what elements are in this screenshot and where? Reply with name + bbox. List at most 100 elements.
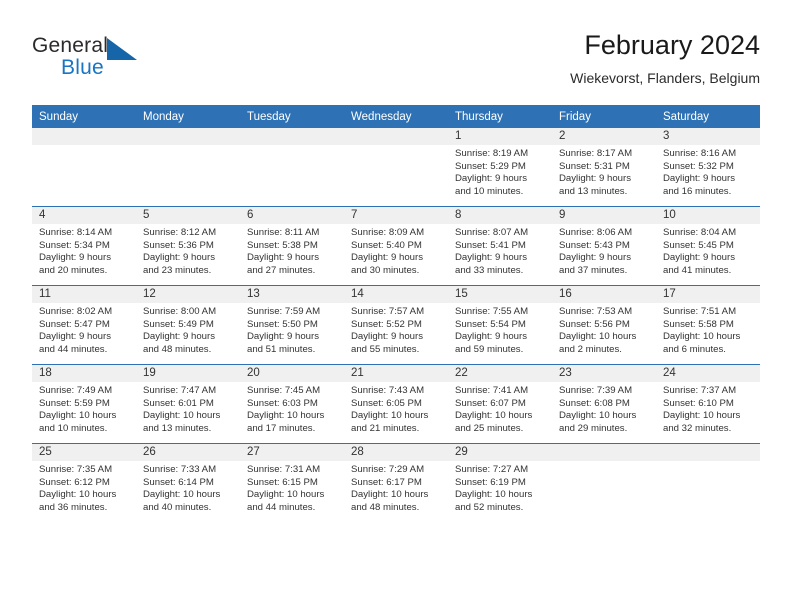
page-subtitle: Wiekevorst, Flanders, Belgium [570,70,760,86]
calendar-week-row: 1 Sunrise: 8:19 AM Sunset: 5:29 PM Daylight… [32,128,760,207]
calendar-day-cell[interactable]: 20 Sunrise: 7:45 AM Sunset: 6:03 PM Dayligh… [240,364,344,444]
calendar-grid: Sunday Monday Tuesday Wednesday Thursday… [32,105,760,522]
daylight-duration-line1: Daylight: 9 hours [559,173,631,185]
day-number: 15 [448,286,552,303]
sunset-time: Sunset: 5:50 PM [247,318,318,330]
daylight-duration-line1: Daylight: 10 hours [39,410,117,422]
calendar-day-cell[interactable]: 9 Sunrise: 8:06 AM Sunset: 5:43 PM Daylight… [552,206,656,286]
calendar-day-cell[interactable]: 3 Sunrise: 8:16 AM Sunset: 5:32 PM Daylight… [656,128,760,207]
calendar-day-cell[interactable]: 29 Sunrise: 7:27 AM Sunset: 6:19 PM Dayligh… [448,443,552,522]
day-details: Sunrise: 8:04 AM Sunset: 5:45 PM Daylight:… [656,224,760,277]
calendar-day-cell[interactable]: 6 Sunrise: 8:11 AM Sunset: 5:38 PM Daylight… [240,206,344,286]
sunset-time: Sunset: 5:38 PM [247,239,318,251]
daylight-duration-line2: and 51 minutes. [247,343,316,355]
calendar-day-cell[interactable]: 27 Sunrise: 7:31 AM Sunset: 6:15 PM Dayligh… [240,443,344,522]
sunrise-time: Sunrise: 7:45 AM [247,385,321,396]
brand-name-blue: Blue [61,56,104,79]
weekday-header-saturday: Saturday [656,105,760,128]
daylight-duration-line2: and 48 minutes. [143,343,212,355]
sunset-time: Sunset: 5:43 PM [559,239,630,251]
calendar-day-cell[interactable]: 5 Sunrise: 8:12 AM Sunset: 5:36 PM Daylight… [136,206,240,286]
day-number: 21 [344,365,448,382]
calendar-day-cell[interactable]: 26 Sunrise: 7:33 AM Sunset: 6:14 PM Dayligh… [136,443,240,522]
calendar-day-cell[interactable]: 16 Sunrise: 7:53 AM Sunset: 5:56 PM Dayligh… [552,285,656,365]
sunset-time: Sunset: 6:12 PM [39,476,110,488]
sunset-time: Sunset: 5:52 PM [351,318,422,330]
day-number: 23 [552,365,656,382]
sunset-time: Sunset: 5:31 PM [559,160,630,172]
weekday-header-wednesday: Wednesday [344,105,448,128]
sunset-time: Sunset: 6:17 PM [351,476,422,488]
page-header: General Blue February 2024 Wiekevorst, F… [32,28,760,98]
day-details: Sunrise: 7:31 AM Sunset: 6:15 PM Daylight:… [240,461,344,514]
day-details: Sunrise: 7:55 AM Sunset: 5:54 PM Daylight:… [448,303,552,356]
daylight-duration-line1: Daylight: 9 hours [663,252,735,264]
day-details: Sunrise: 7:29 AM Sunset: 6:17 PM Daylight:… [344,461,448,514]
calendar-page: General Blue February 2024 Wiekevorst, F… [0,0,792,612]
sunset-time: Sunset: 5:54 PM [455,318,526,330]
calendar-day-cell[interactable]: 15 Sunrise: 7:55 AM Sunset: 5:54 PM Dayligh… [448,285,552,365]
sunset-time: Sunset: 5:29 PM [455,160,526,172]
calendar-header-row: Sunday Monday Tuesday Wednesday Thursday… [32,105,760,128]
sunrise-time: Sunrise: 8:11 AM [247,227,320,238]
calendar-day-cell[interactable]: 7 Sunrise: 8:09 AM Sunset: 5:40 PM Daylight… [344,206,448,286]
calendar-day-cell[interactable]: 17 Sunrise: 7:51 AM Sunset: 5:58 PM Dayligh… [656,285,760,365]
calendar-week-row: 18 Sunrise: 7:49 AM Sunset: 5:59 PM Dayligh… [32,364,760,444]
calendar-day-cell[interactable]: 24 Sunrise: 7:37 AM Sunset: 6:10 PM Dayligh… [656,364,760,444]
day-number [344,128,448,145]
daylight-duration-line1: Daylight: 9 hours [247,331,319,343]
sunset-time: Sunset: 6:10 PM [663,397,734,409]
daylight-duration-line2: and 21 minutes. [351,422,420,434]
sunrise-time: Sunrise: 7:39 AM [559,385,633,396]
daylight-duration-line1: Daylight: 9 hours [455,331,527,343]
day-details: Sunrise: 7:49 AM Sunset: 5:59 PM Daylight:… [32,382,136,435]
day-details: Sunrise: 7:37 AM Sunset: 6:10 PM Daylight:… [656,382,760,435]
calendar-day-cell[interactable]: 1 Sunrise: 8:19 AM Sunset: 5:29 PM Daylight… [448,128,552,207]
calendar-day-cell[interactable]: 10 Sunrise: 8:04 AM Sunset: 5:45 PM Dayligh… [656,206,760,286]
daylight-duration-line1: Daylight: 9 hours [559,252,631,264]
day-number: 8 [448,207,552,224]
calendar-day-cell[interactable]: 11 Sunrise: 8:02 AM Sunset: 5:47 PM Dayligh… [32,285,136,365]
calendar-day-cell[interactable]: 28 Sunrise: 7:29 AM Sunset: 6:17 PM Dayligh… [344,443,448,522]
daylight-duration-line2: and 52 minutes. [455,501,524,513]
page-title: February 2024 [584,30,760,60]
day-number: 2 [552,128,656,145]
calendar-day-cell-empty [656,443,760,522]
daylight-duration-line2: and 17 minutes. [247,422,316,434]
calendar-day-cell-empty [344,128,448,207]
day-number [240,128,344,145]
daylight-duration-line1: Daylight: 10 hours [247,489,325,501]
calendar-day-cell[interactable]: 14 Sunrise: 7:57 AM Sunset: 5:52 PM Dayligh… [344,285,448,365]
sunset-time: Sunset: 5:56 PM [559,318,630,330]
day-number: 7 [344,207,448,224]
sunrise-time: Sunrise: 7:51 AM [663,306,737,317]
calendar-day-cell[interactable]: 19 Sunrise: 7:47 AM Sunset: 6:01 PM Dayligh… [136,364,240,444]
weekday-header-monday: Monday [136,105,240,128]
calendar-day-cell[interactable]: 22 Sunrise: 7:41 AM Sunset: 6:07 PM Dayligh… [448,364,552,444]
calendar-day-cell[interactable]: 2 Sunrise: 8:17 AM Sunset: 5:31 PM Daylight… [552,128,656,207]
calendar-day-cell[interactable]: 23 Sunrise: 7:39 AM Sunset: 6:08 PM Dayligh… [552,364,656,444]
calendar-day-cell[interactable]: 8 Sunrise: 8:07 AM Sunset: 5:41 PM Daylight… [448,206,552,286]
calendar-day-cell[interactable]: 18 Sunrise: 7:49 AM Sunset: 5:59 PM Dayligh… [32,364,136,444]
calendar-day-cell[interactable]: 25 Sunrise: 7:35 AM Sunset: 6:12 PM Dayligh… [32,443,136,522]
sunrise-time: Sunrise: 8:14 AM [39,227,113,238]
day-details: Sunrise: 8:09 AM Sunset: 5:40 PM Daylight:… [344,224,448,277]
calendar-day-cell[interactable]: 12 Sunrise: 8:00 AM Sunset: 5:49 PM Dayligh… [136,285,240,365]
calendar-day-cell[interactable]: 4 Sunrise: 8:14 AM Sunset: 5:34 PM Daylight… [32,206,136,286]
day-details: Sunrise: 7:35 AM Sunset: 6:12 PM Daylight:… [32,461,136,514]
day-details: Sunrise: 8:06 AM Sunset: 5:43 PM Daylight:… [552,224,656,277]
daylight-duration-line1: Daylight: 10 hours [39,489,117,501]
day-details: Sunrise: 8:16 AM Sunset: 5:32 PM Daylight:… [656,145,760,198]
calendar-day-cell[interactable]: 21 Sunrise: 7:43 AM Sunset: 6:05 PM Dayligh… [344,364,448,444]
daylight-duration-line1: Daylight: 9 hours [39,331,111,343]
weekday-header-friday: Friday [552,105,656,128]
sunset-time: Sunset: 5:59 PM [39,397,110,409]
daylight-duration-line2: and 44 minutes. [39,343,108,355]
daylight-duration-line1: Daylight: 9 hours [39,252,111,264]
daylight-duration-line1: Daylight: 10 hours [455,489,533,501]
calendar-day-cell[interactable]: 13 Sunrise: 7:59 AM Sunset: 5:50 PM Dayligh… [240,285,344,365]
brand-logo[interactable]: General Blue [32,34,222,90]
daylight-duration-line2: and 25 minutes. [455,422,524,434]
sunrise-time: Sunrise: 7:57 AM [351,306,425,317]
calendar-day-cell-empty [240,128,344,207]
